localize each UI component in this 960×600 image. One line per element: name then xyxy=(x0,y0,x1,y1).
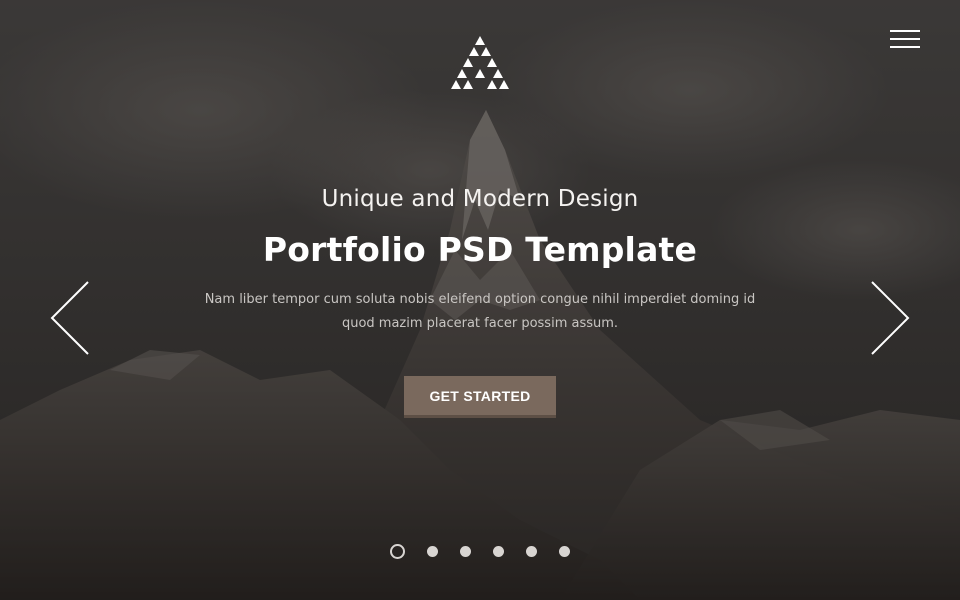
menu-bar-top xyxy=(890,30,920,32)
slide-dot-1[interactable] xyxy=(390,544,405,559)
slide-dot-3[interactable] xyxy=(460,546,471,557)
menu-bar-bottom xyxy=(890,46,920,48)
hamburger-menu-icon[interactable] xyxy=(884,24,926,54)
chevron-left-icon[interactable] xyxy=(48,280,92,356)
slide-dot-5[interactable] xyxy=(526,546,537,557)
get-started-button[interactable]: GET STARTED xyxy=(404,376,556,418)
slide-dot-6[interactable] xyxy=(559,546,570,557)
chevron-right-icon[interactable] xyxy=(868,280,912,356)
menu-bar-middle xyxy=(890,38,920,40)
slide-dot-2[interactable] xyxy=(427,546,438,557)
hero-slider: Unique and Modern Design Portfolio PSD T… xyxy=(0,0,960,600)
slider-pagination xyxy=(0,544,960,562)
hero-description-line-2: quod mazim placerat facer possim assum. xyxy=(341,316,619,331)
hero-description: Nam liber tempor cum soluta nobis eleife… xyxy=(180,288,780,336)
hero-subtitle: Unique and Modern Design xyxy=(321,186,639,212)
hero-description-line-1: Nam liber tempor cum soluta nobis eleife… xyxy=(204,292,756,307)
triangle-logo-icon[interactable] xyxy=(447,34,513,92)
hero-title: Portfolio PSD Template xyxy=(262,230,698,269)
slide-dot-4[interactable] xyxy=(493,546,504,557)
